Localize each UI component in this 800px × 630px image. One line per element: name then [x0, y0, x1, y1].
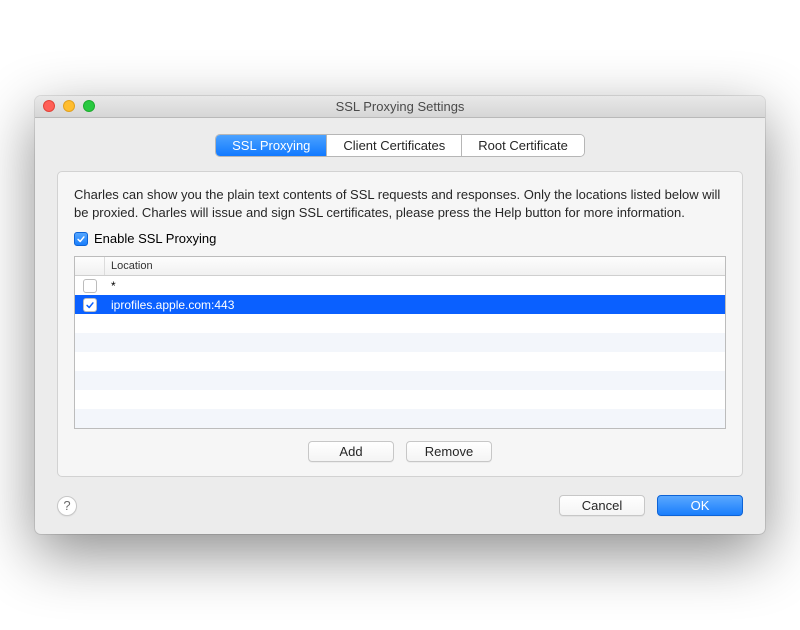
titlebar: SSL Proxying Settings	[35, 96, 765, 118]
footer-buttons: Cancel OK	[559, 495, 743, 516]
help-button[interactable]: ?	[57, 496, 77, 516]
table-row[interactable]: iprofiles.apple.com:443	[75, 295, 725, 314]
cancel-button[interactable]: Cancel	[559, 495, 645, 516]
row-location: *	[105, 279, 116, 293]
ok-button[interactable]: OK	[657, 495, 743, 516]
remove-button[interactable]: Remove	[406, 441, 492, 462]
table-buttons: Add Remove	[74, 441, 726, 462]
empty-row	[75, 390, 725, 409]
table-row[interactable]: *	[75, 276, 725, 295]
footer: ? Cancel OK	[57, 495, 743, 516]
settings-window: SSL Proxying Settings SSL Proxying Clien…	[35, 96, 765, 535]
traffic-lights	[43, 100, 95, 112]
row-checkbox-cell[interactable]	[75, 298, 105, 312]
empty-row	[75, 314, 725, 333]
table-header-location: Location	[105, 260, 153, 272]
empty-row	[75, 333, 725, 352]
row-checkbox-cell[interactable]	[75, 279, 105, 293]
maximize-icon[interactable]	[83, 100, 95, 112]
empty-row	[75, 352, 725, 371]
locations-table: Location * iprofiles.apple.com:443	[74, 256, 726, 429]
window-title: SSL Proxying Settings	[35, 99, 765, 114]
row-checkbox[interactable]	[83, 298, 97, 312]
enable-ssl-checkbox[interactable]	[74, 232, 88, 246]
tab-group: SSL Proxying Client Certificates Root Ce…	[215, 134, 585, 157]
empty-rows	[75, 314, 725, 428]
content-frame: Charles can show you the plain text cont…	[57, 171, 743, 478]
add-button[interactable]: Add	[308, 441, 394, 462]
tab-ssl-proxying[interactable]: SSL Proxying	[216, 135, 327, 156]
empty-row	[75, 371, 725, 390]
close-icon[interactable]	[43, 100, 55, 112]
row-location: iprofiles.apple.com:443	[105, 298, 234, 312]
help-icon: ?	[63, 498, 70, 513]
tabs: SSL Proxying Client Certificates Root Ce…	[57, 134, 743, 157]
empty-row	[75, 409, 725, 428]
enable-ssl-row[interactable]: Enable SSL Proxying	[74, 231, 726, 246]
description-text: Charles can show you the plain text cont…	[74, 186, 726, 222]
minimize-icon[interactable]	[63, 100, 75, 112]
enable-ssl-label: Enable SSL Proxying	[94, 231, 216, 246]
table-header: Location	[75, 257, 725, 276]
tab-client-certificates[interactable]: Client Certificates	[327, 135, 462, 156]
window-body: SSL Proxying Client Certificates Root Ce…	[35, 118, 765, 535]
row-checkbox[interactable]	[83, 279, 97, 293]
tab-root-certificate[interactable]: Root Certificate	[462, 135, 584, 156]
table-header-check	[75, 257, 105, 275]
